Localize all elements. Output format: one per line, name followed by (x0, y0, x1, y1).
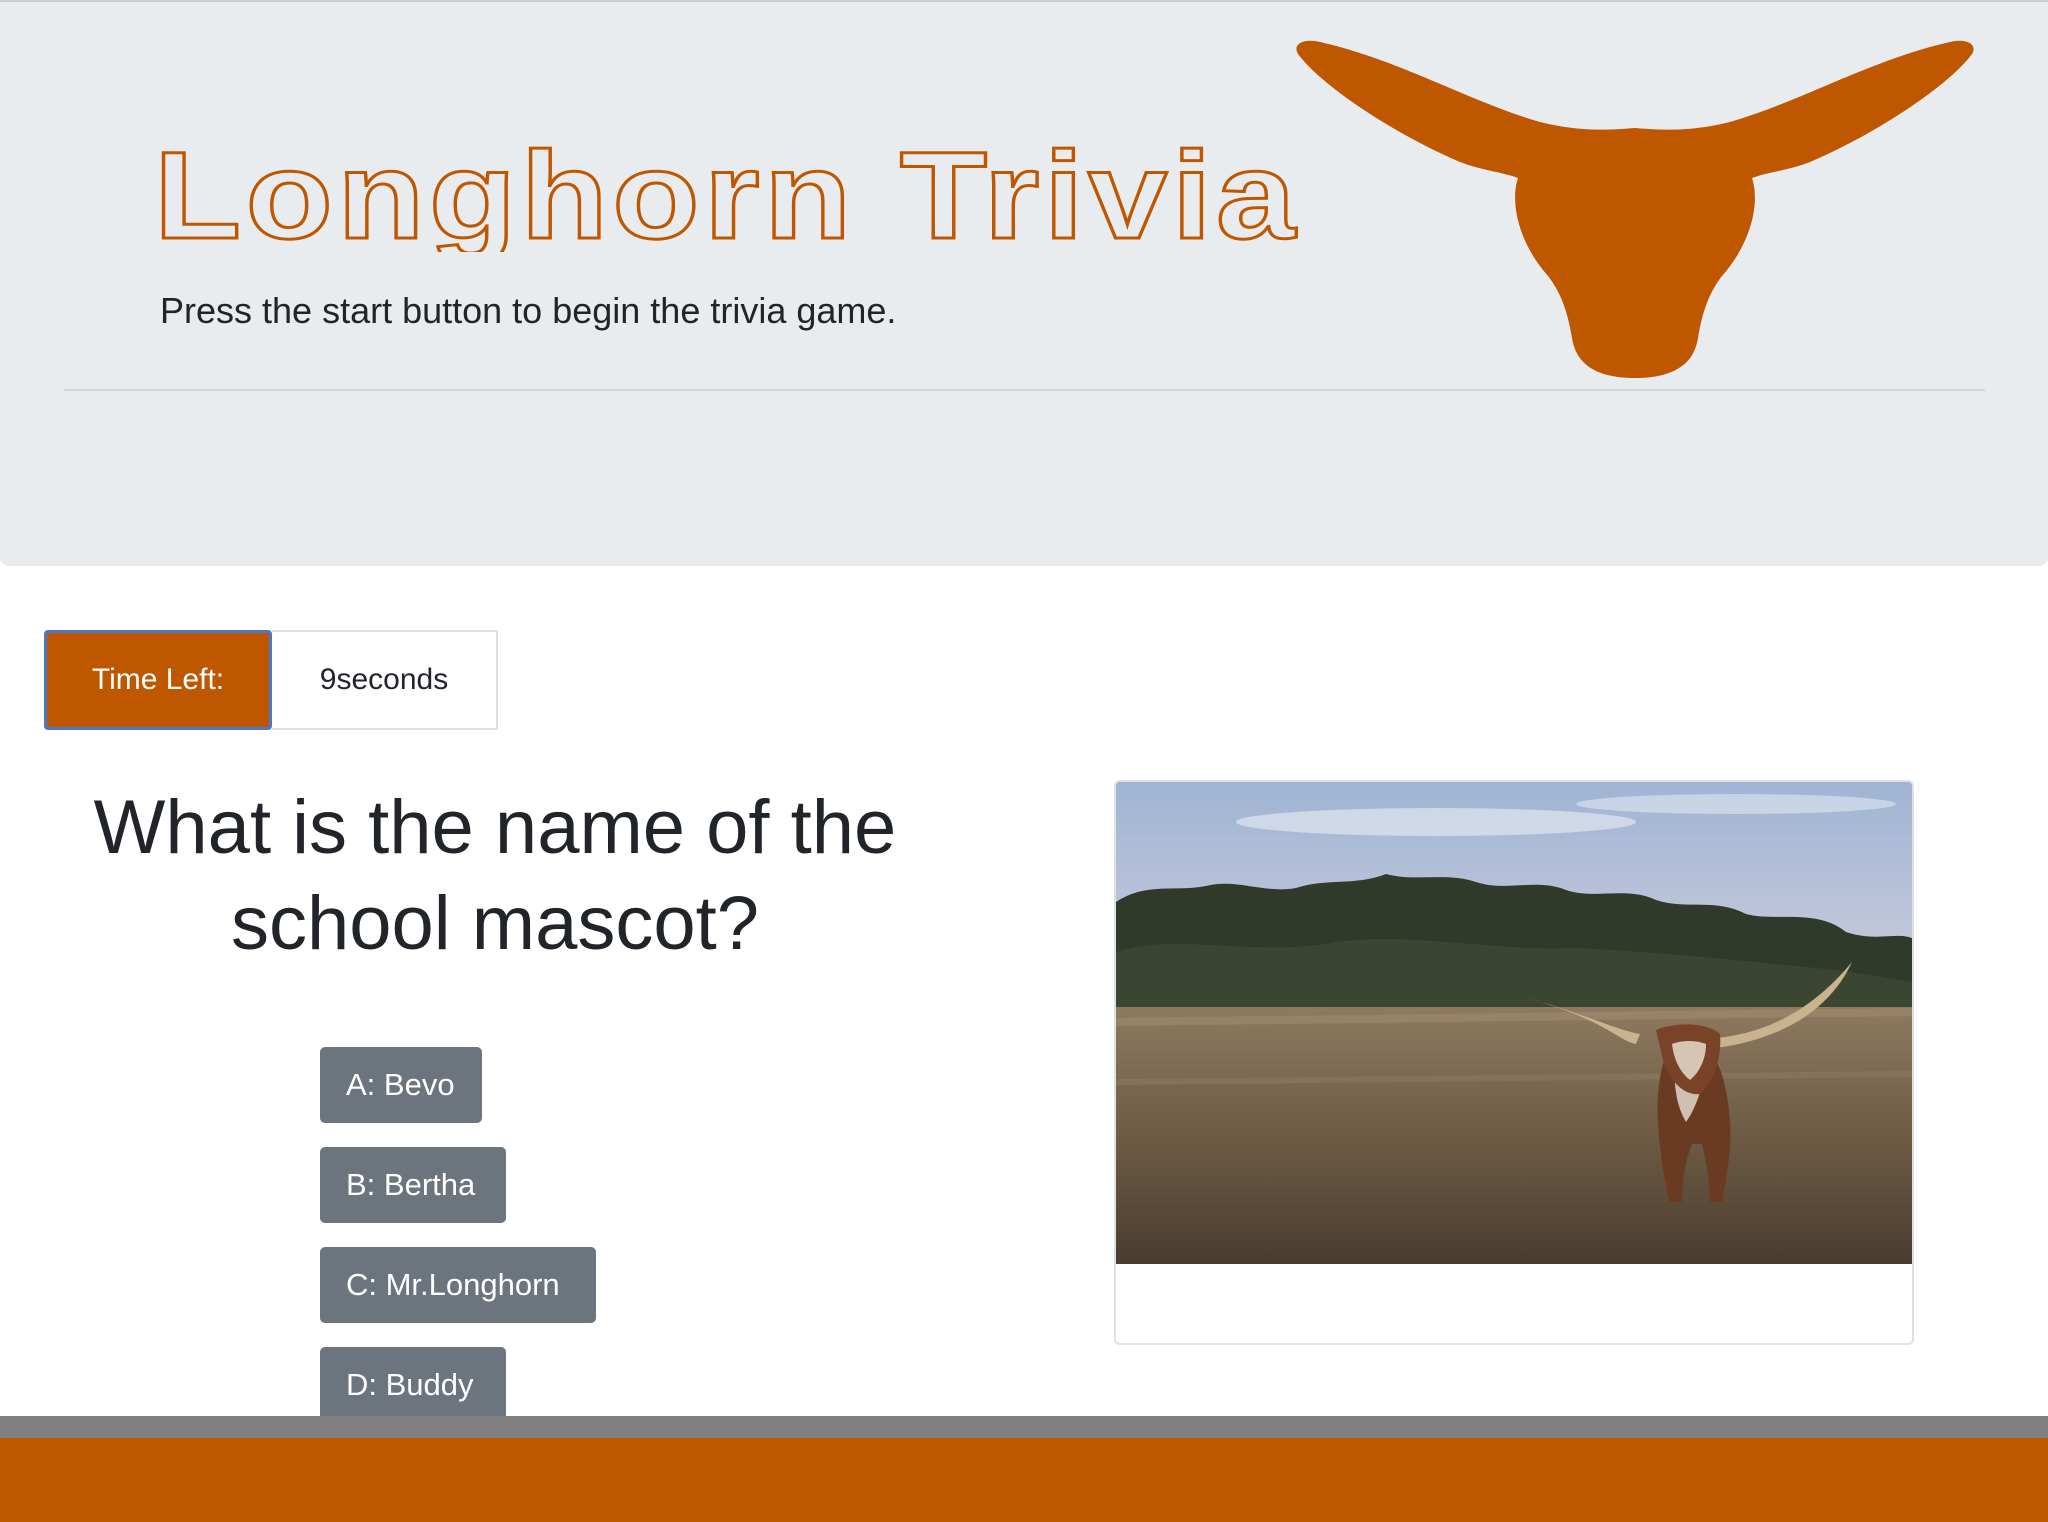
answer-c-button[interactable]: C: Mr.Longhorn (320, 1247, 596, 1323)
footer-stripe (0, 1416, 2048, 1438)
longhorn-steer-photo (1116, 782, 1912, 1264)
footer (0, 1438, 2048, 1522)
photo-card (1114, 780, 1914, 1345)
longhorn-head-icon (1296, 40, 1974, 379)
question-text: What is the name of the school mascot? (93, 785, 897, 966)
time-left-label: Time Left: (44, 630, 272, 730)
answer-d-button[interactable]: D: Buddy (320, 1347, 506, 1423)
time-left-value: 9seconds (272, 630, 498, 730)
jumbotron: Longhorn Trivia Press the start button t… (0, 0, 2048, 566)
answer-b-button[interactable]: B: Bertha (320, 1147, 506, 1223)
page-title: Longhorn Trivia (153, 132, 1300, 252)
divider (64, 389, 1985, 391)
timer: Time Left: 9seconds (44, 630, 498, 730)
page-title-text: Longhorn Trivia (154, 132, 1300, 252)
page-subtitle: Press the start button to begin the triv… (160, 290, 897, 331)
answer-a-button[interactable]: A: Bevo (320, 1047, 482, 1123)
